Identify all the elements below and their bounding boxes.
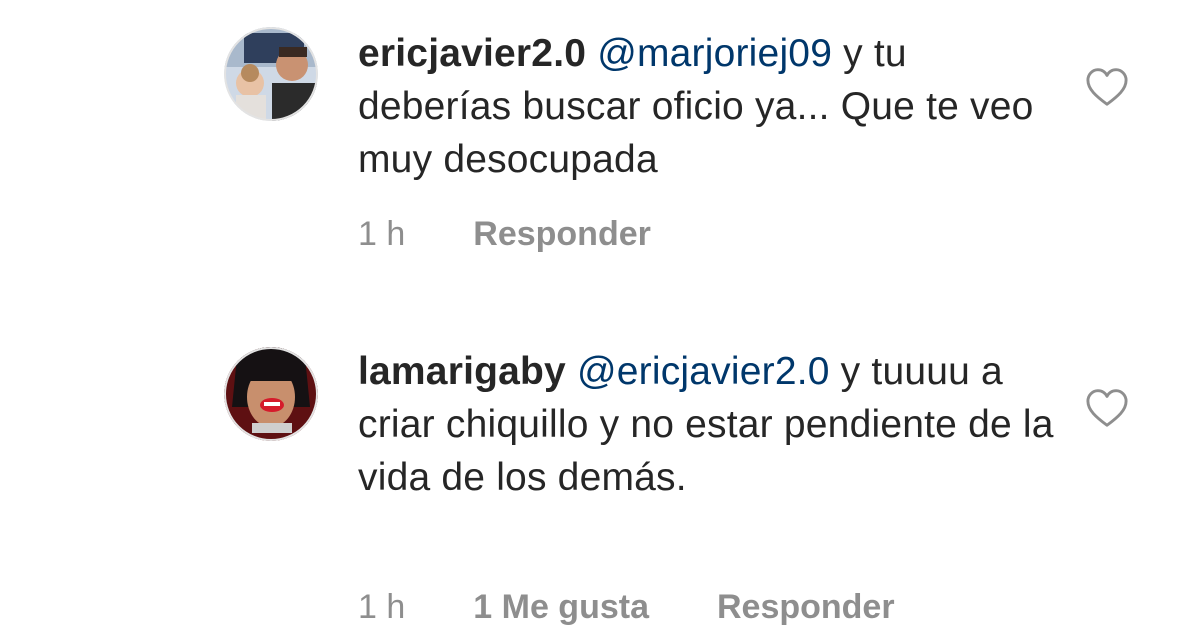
avatar[interactable] [224,347,318,441]
comment-item: lamarigaby @ericjavier2.0 y tuuuu a cria… [0,320,1200,641]
comment-meta: 1 h 1 Me gusta Responder [358,588,895,627]
like-button[interactable] [1085,67,1129,107]
like-button[interactable] [1085,388,1129,428]
reply-button[interactable]: Responder [717,588,895,627]
comment-text: lamarigaby @ericjavier2.0 y tuuuu a cria… [358,345,1058,504]
reply-button[interactable]: Responder [473,215,651,254]
comment-username[interactable]: lamarigaby [358,350,566,393]
comment-item: ericjavier2.0 @marjoriej09 y tu deberías… [0,0,1200,300]
comment-time: 1 h [358,215,406,253]
heart-outline-icon [1086,389,1128,427]
comment-mention[interactable]: @marjoriej09 [597,32,832,75]
comment-username[interactable]: ericjavier2.0 [358,32,586,75]
comment-time: 1 h [358,588,406,626]
comment-meta: 1 h Responder [358,215,651,254]
avatar[interactable] [224,27,318,121]
comments-thread: ericjavier2.0 @marjoriej09 y tu deberías… [0,0,1200,641]
avatar-photo-icon [224,27,318,121]
avatar-photo-icon [224,347,318,441]
likes-count-button[interactable]: 1 Me gusta [473,588,649,627]
comment-text: ericjavier2.0 @marjoriej09 y tu deberías… [358,27,1058,186]
comment-mention[interactable]: @ericjavier2.0 [577,350,830,393]
heart-outline-icon [1086,68,1128,106]
